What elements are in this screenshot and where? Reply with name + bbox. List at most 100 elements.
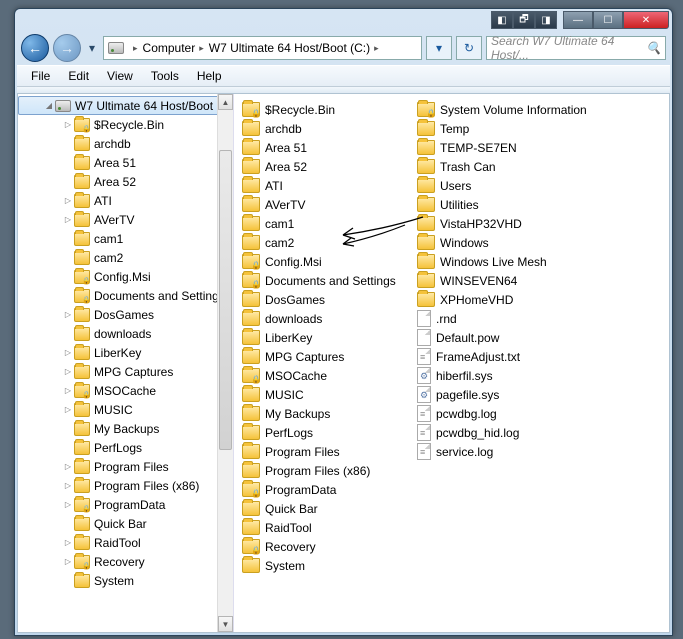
expander-icon[interactable]: ▷ [62,405,74,414]
tree-item[interactable]: archdb [18,134,233,153]
list-item[interactable]: Config.Msi [238,252,413,271]
tree-item[interactable]: ▷RaidTool [18,533,233,552]
menu-file[interactable]: File [23,67,58,85]
list-item[interactable]: VistaHP32VHD [413,214,665,233]
scroll-down-button[interactable]: ▼ [218,616,233,632]
scroll-thumb[interactable] [219,150,232,450]
tree-item[interactable]: ▷$Recycle.Bin [18,115,233,134]
expander-icon[interactable]: ▷ [62,386,74,395]
breadcrumb-computer[interactable]: Computer▸ [143,41,206,55]
list-item[interactable]: Default.pow [413,328,665,347]
navigation-pane[interactable]: ◢W7 Ultimate 64 Host/Boot▷$Recycle.Binar… [18,94,234,632]
tree-item[interactable]: System [18,571,233,590]
list-item[interactable]: Program Files [238,442,413,461]
tree-item[interactable]: Documents and Settings [18,286,233,305]
expander-icon[interactable]: ▷ [62,500,74,509]
tree-item[interactable]: ▷MSOCache [18,381,233,400]
snap-left-button[interactable]: ◧ [491,11,513,29]
history-dropdown[interactable]: ▾ [85,36,99,60]
tree-item[interactable]: Quick Bar [18,514,233,533]
tree-item[interactable]: My Backups [18,419,233,438]
maximize-button[interactable]: ☐ [593,11,623,29]
list-item[interactable]: MPG Captures [238,347,413,366]
tree-item[interactable]: cam2 [18,248,233,267]
tree-item[interactable]: downloads [18,324,233,343]
list-item[interactable]: Temp [413,119,665,138]
list-item[interactable]: Documents and Settings [238,271,413,290]
tree-item[interactable]: ▷Program Files [18,457,233,476]
list-item[interactable]: Trash Can [413,157,665,176]
breadcrumb-root[interactable]: ▸ [131,43,140,54]
list-item[interactable]: Area 51 [238,138,413,157]
list-item[interactable]: service.log [413,442,665,461]
list-item[interactable]: Program Files (x86) [238,461,413,480]
breadcrumb-drive[interactable]: W7 Ultimate 64 Host/Boot (C:)▸ [209,41,381,55]
restore-down-button[interactable]: 🗗 [513,11,535,29]
list-item[interactable]: FrameAdjust.txt [413,347,665,366]
close-button[interactable]: ✕ [623,11,669,29]
list-item[interactable]: cam2 [238,233,413,252]
list-item[interactable]: Recovery [238,537,413,556]
tree-item[interactable]: ▷AVerTV [18,210,233,229]
minimize-button[interactable]: — [563,11,593,29]
list-item[interactable]: .rnd [413,309,665,328]
menu-edit[interactable]: Edit [60,67,97,85]
expander-icon[interactable]: ▷ [62,310,74,319]
list-item[interactable]: ATI [238,176,413,195]
tree-item[interactable]: PerfLogs [18,438,233,457]
back-button[interactable]: ← [21,34,49,62]
expander-icon[interactable]: ▷ [62,462,74,471]
list-item[interactable]: MUSIC [238,385,413,404]
list-item[interactable]: Quick Bar [238,499,413,518]
list-item[interactable]: System [238,556,413,575]
list-item[interactable]: Utilities [413,195,665,214]
tree-item[interactable]: ▷LiberKey [18,343,233,362]
list-item[interactable]: Users [413,176,665,195]
list-item[interactable]: pcwdbg.log [413,404,665,423]
list-item[interactable]: pagefile.sys [413,385,665,404]
expander-icon[interactable]: ◢ [43,101,55,110]
menu-help[interactable]: Help [189,67,230,85]
list-item[interactable]: System Volume Information [413,100,665,119]
list-item[interactable]: RaidTool [238,518,413,537]
tree-item[interactable]: cam1 [18,229,233,248]
list-item[interactable]: AVerTV [238,195,413,214]
list-item[interactable]: LiberKey [238,328,413,347]
list-item[interactable]: Windows Live Mesh [413,252,665,271]
address-dropdown-button[interactable]: ▾ [426,36,452,60]
list-item[interactable]: Windows [413,233,665,252]
expander-icon[interactable]: ▷ [62,348,74,357]
tree-item[interactable]: Area 52 [18,172,233,191]
breadcrumb-bar[interactable]: ▸ Computer▸ W7 Ultimate 64 Host/Boot (C:… [103,36,422,60]
tree-item[interactable]: ▷Program Files (x86) [18,476,233,495]
expander-icon[interactable]: ▷ [62,215,74,224]
tree-item[interactable]: ▷MPG Captures [18,362,233,381]
menu-tools[interactable]: Tools [143,67,187,85]
tree-root-drive[interactable]: ◢W7 Ultimate 64 Host/Boot [18,96,233,115]
list-item[interactable]: downloads [238,309,413,328]
list-item[interactable]: XPHomeVHD [413,290,665,309]
list-item[interactable]: PerfLogs [238,423,413,442]
tree-item[interactable]: Config.Msi [18,267,233,286]
titlebar[interactable]: ◧ 🗗 ◨ — ☐ ✕ [15,9,672,31]
list-item[interactable]: TEMP-SE7EN [413,138,665,157]
forward-button[interactable]: → [53,34,81,62]
expander-icon[interactable]: ▷ [62,120,74,129]
tree-item[interactable]: Area 51 [18,153,233,172]
list-item[interactable]: DosGames [238,290,413,309]
refresh-button[interactable]: ↻ [456,36,482,60]
tree-item[interactable]: ▷Recovery [18,552,233,571]
list-item[interactable]: pcwdbg_hid.log [413,423,665,442]
list-item[interactable]: archdb [238,119,413,138]
file-list-pane[interactable]: $Recycle.BinarchdbArea 51Area 52ATIAVerT… [234,94,669,632]
tree-item[interactable]: ▷ATI [18,191,233,210]
tree-item[interactable]: ▷MUSIC [18,400,233,419]
list-item[interactable]: $Recycle.Bin [238,100,413,119]
snap-right-button[interactable]: ◨ [535,11,557,29]
expander-icon[interactable]: ▷ [62,481,74,490]
list-item[interactable]: WINSEVEN64 [413,271,665,290]
list-item[interactable]: cam1 [238,214,413,233]
list-item[interactable]: MSOCache [238,366,413,385]
search-input[interactable]: Search W7 Ultimate 64 Host/... 🔍 [486,36,666,60]
list-item[interactable]: hiberfil.sys [413,366,665,385]
